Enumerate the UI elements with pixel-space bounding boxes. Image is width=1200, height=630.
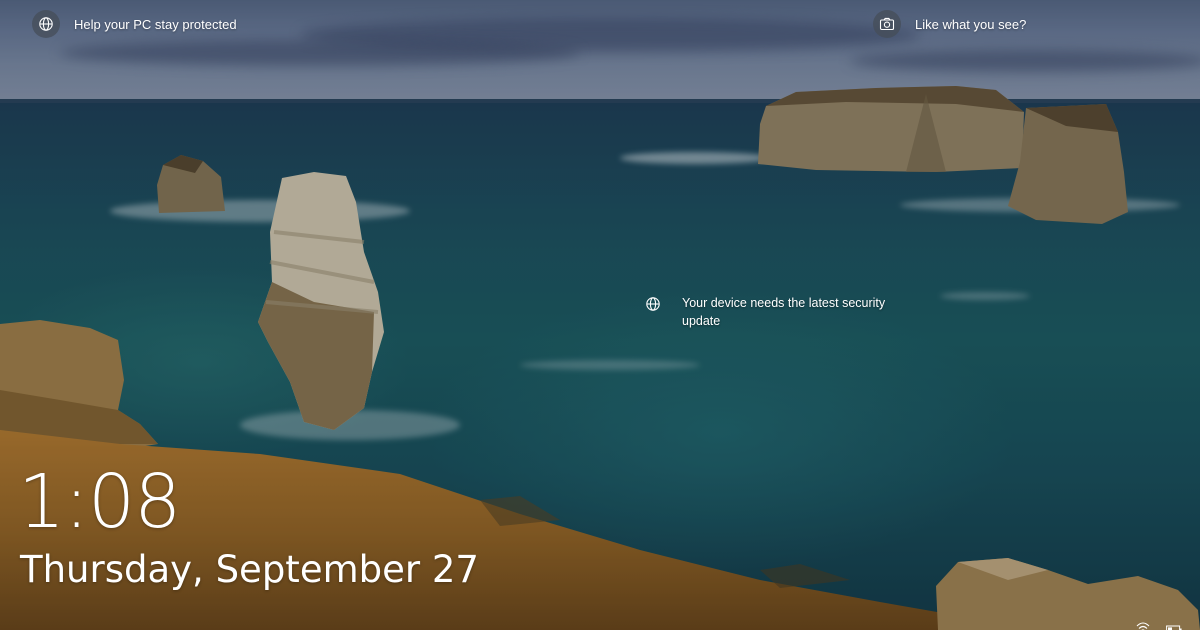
rock-stack — [1008, 104, 1128, 224]
lock-screen-date: Thursday, September 27 — [20, 548, 479, 591]
cloud — [60, 40, 580, 66]
protection-notice-label: Help your PC stay protected — [74, 16, 237, 32]
spotlight-feedback[interactable]: Like what you see? — [873, 10, 1026, 38]
battery-icon[interactable] — [1166, 620, 1182, 630]
rock-stack — [758, 86, 1024, 172]
security-update-message: Your device needs the latest security up… — [682, 296, 886, 328]
lock-screen[interactable]: Help your PC stay protected Like what yo… — [0, 0, 1200, 630]
globe-icon — [645, 296, 661, 312]
status-tray — [1136, 616, 1182, 630]
globe-icon — [32, 10, 60, 38]
surf-foam — [520, 360, 700, 370]
protection-notice[interactable]: Help your PC stay protected — [32, 10, 237, 38]
camera-icon — [873, 10, 901, 38]
security-update-notice[interactable]: Your device needs the latest security up… — [645, 294, 922, 330]
lock-screen-time: 1:08 — [18, 459, 181, 545]
rock-stack — [258, 172, 384, 430]
cloud — [850, 50, 1200, 72]
surf-foam — [940, 292, 1030, 300]
rock-stack — [157, 155, 225, 213]
spotlight-feedback-label: Like what you see? — [915, 16, 1027, 32]
surf-foam — [620, 152, 770, 164]
wifi-icon[interactable] — [1136, 618, 1150, 630]
